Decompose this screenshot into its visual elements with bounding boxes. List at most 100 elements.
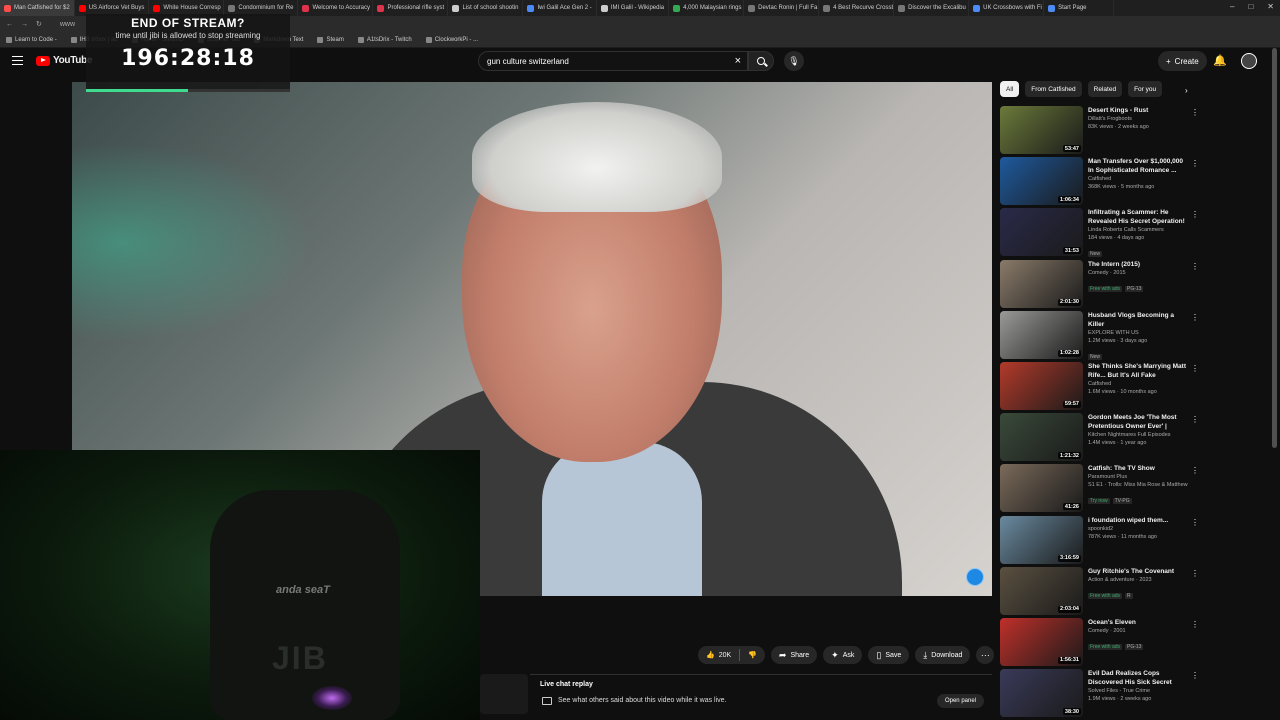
browser-tab[interactable]: IMI Galil - Wikipedia bbox=[597, 0, 670, 16]
browser-tab[interactable]: Iwi Galil Ace Gen 2 - bbox=[523, 0, 597, 16]
channel-name[interactable]: Comedy · 2001 bbox=[1088, 627, 1188, 635]
more-vertical-icon[interactable]: ⋮ bbox=[1191, 159, 1199, 168]
browser-tab[interactable]: Start Page bbox=[1044, 0, 1115, 16]
video-thumbnail[interactable]: 3:16:59 bbox=[1000, 515, 1083, 564]
recommendation-item[interactable]: 1:56:31 Ocean's Eleven Comedy · 2001 Free w… bbox=[1000, 617, 1205, 669]
open-panel-button[interactable]: Open panel bbox=[936, 694, 984, 708]
reload-icon[interactable]: ↻ bbox=[36, 20, 42, 28]
minimize-icon[interactable]: – bbox=[1230, 2, 1234, 11]
browser-tab[interactable]: 4 Best Recurve Crossb bbox=[819, 0, 895, 16]
hamburger-menu-icon[interactable] bbox=[12, 56, 23, 65]
channel-name[interactable]: Catfished bbox=[1088, 380, 1188, 388]
recommendation-item[interactable]: 1:02:28 Husband Vlogs Becoming a Killer EX… bbox=[1000, 310, 1205, 362]
video-title[interactable]: i foundation wiped them... bbox=[1088, 516, 1188, 525]
video-thumbnail[interactable]: 59:57 bbox=[1000, 361, 1083, 410]
search-button[interactable] bbox=[748, 51, 774, 71]
youtube-logo[interactable]: YouTube bbox=[36, 55, 93, 66]
recommendation-item[interactable]: 59:57 She Thinks She's Marrying Matt Rife… bbox=[1000, 361, 1205, 413]
browser-tab[interactable]: 4,000 Malaysian rings bbox=[669, 0, 745, 16]
dislike-button[interactable]: 👎 bbox=[740, 646, 765, 664]
recommendation-item[interactable]: 2:03:04 Guy Ritchie's The Covenant Action … bbox=[1000, 566, 1205, 618]
channel-name[interactable]: EXPLORE WITH US bbox=[1088, 329, 1188, 337]
more-vertical-icon[interactable]: ⋮ bbox=[1191, 313, 1199, 322]
share-button[interactable]: ➦ Share bbox=[770, 646, 818, 664]
browser-tab[interactable]: Welcome to Accuracy bbox=[298, 0, 374, 16]
like-button[interactable]: 👍 20K bbox=[698, 646, 739, 664]
video-title[interactable]: Desert Kings - Rust bbox=[1088, 106, 1188, 115]
save-button[interactable]: ▯ Save bbox=[868, 646, 910, 664]
channel-name[interactable]: Dillatt's Frogboots bbox=[1088, 115, 1188, 123]
more-actions-button[interactable]: ⋯ bbox=[976, 646, 995, 664]
filter-chip[interactable]: Related bbox=[1087, 81, 1123, 97]
video-title[interactable]: Husband Vlogs Becoming a Killer bbox=[1088, 311, 1188, 329]
filter-chip[interactable]: For you bbox=[1128, 81, 1163, 97]
more-vertical-icon[interactable]: ⋮ bbox=[1191, 569, 1199, 578]
recommendation-item[interactable]: 53:47 Desert Kings - Rust Dillatt's Frogbo… bbox=[1000, 106, 1205, 157]
video-title[interactable]: Man Transfers Over $1,000,000 In Sophist… bbox=[1088, 157, 1188, 175]
recommendation-item[interactable]: 38:30 Evil Dad Realizes Cops Discovered H… bbox=[1000, 669, 1205, 720]
close-window-icon[interactable]: ✕ bbox=[1267, 2, 1274, 11]
more-vertical-icon[interactable]: ⋮ bbox=[1191, 262, 1199, 271]
channel-name[interactable]: Linda Roberts Calls Scammers bbox=[1088, 226, 1188, 234]
bookmark-item[interactable]: A1tsDrix - Twitch bbox=[357, 36, 412, 43]
channel-name[interactable]: Paramount Plus bbox=[1088, 473, 1188, 481]
video-title[interactable]: The Intern (2015) bbox=[1088, 260, 1188, 269]
notifications-bell-icon[interactable]: 🔔 bbox=[1213, 54, 1227, 67]
video-thumbnail[interactable]: 31:53 bbox=[1000, 208, 1083, 257]
filter-chip[interactable]: All bbox=[1000, 81, 1020, 97]
video-thumbnail[interactable]: 1:21:32 bbox=[1000, 413, 1083, 462]
back-arrow-icon[interactable]: ← bbox=[6, 21, 13, 28]
search-input[interactable]: gun culture switzerland × bbox=[478, 51, 748, 71]
channel-name[interactable]: Kitchen Nightmares Full Episodes bbox=[1088, 431, 1188, 439]
browser-tab[interactable]: Discover the Excalibu bbox=[894, 0, 970, 16]
address-bar[interactable]: www bbox=[60, 21, 75, 28]
channel-name[interactable]: Comedy · 2015 bbox=[1088, 269, 1188, 277]
more-vertical-icon[interactable]: ⋮ bbox=[1191, 620, 1199, 629]
video-thumbnail[interactable]: 38:30 bbox=[1000, 669, 1083, 718]
download-button[interactable]: ⤓ Download bbox=[915, 646, 971, 664]
bookmark-item[interactable]: Steam bbox=[317, 36, 344, 43]
browser-tab[interactable]: Devtac Ronin | Full Fa bbox=[744, 0, 820, 16]
bookmark-item[interactable]: Learn to Code - bbox=[6, 36, 57, 43]
recommendation-item[interactable]: 31:53 Infiltrating a Scammer: He Revealed… bbox=[1000, 208, 1205, 259]
forward-arrow-icon[interactable]: → bbox=[21, 21, 28, 28]
video-thumbnail[interactable]: 1:02:28 bbox=[1000, 310, 1083, 359]
ambient-mode-icon[interactable] bbox=[966, 568, 984, 586]
video-thumbnail[interactable]: 53:47 bbox=[1000, 106, 1083, 154]
video-title[interactable]: Gordon Meets Joe 'The Most Pretentious O… bbox=[1088, 413, 1188, 431]
channel-name[interactable]: Action & adventure · 2023 bbox=[1088, 576, 1188, 584]
channel-name[interactable]: Catfished bbox=[1088, 175, 1188, 183]
video-thumbnail[interactable]: 1:06:34 bbox=[1000, 157, 1083, 206]
voice-search-button[interactable]: 🎙 bbox=[784, 51, 804, 71]
scrollbar-thumb[interactable] bbox=[1272, 48, 1277, 448]
video-thumbnail[interactable]: 2:01:30 bbox=[1000, 259, 1083, 308]
channel-name[interactable]: spoonkid2 bbox=[1088, 525, 1188, 533]
more-vertical-icon[interactable]: ⋮ bbox=[1191, 364, 1199, 373]
more-vertical-icon[interactable]: ⋮ bbox=[1191, 108, 1199, 117]
video-title[interactable]: Infiltrating a Scammer: He Revealed His … bbox=[1088, 208, 1188, 226]
channel-name[interactable]: Solved Files - True Crime bbox=[1088, 687, 1188, 695]
browser-tab[interactable]: Man Catfished for $2 bbox=[0, 0, 75, 16]
recommendation-item[interactable]: 2:01:30 The Intern (2015) Comedy · 2015 Fre… bbox=[1000, 259, 1205, 311]
video-title[interactable]: Ocean's Eleven bbox=[1088, 618, 1188, 627]
recommendation-item[interactable]: 3:16:59 i foundation wiped them... spoonki… bbox=[1000, 515, 1205, 567]
video-title[interactable]: Guy Ritchie's The Covenant bbox=[1088, 567, 1188, 576]
page-scrollbar[interactable] bbox=[1272, 48, 1278, 448]
more-vertical-icon[interactable]: ⋮ bbox=[1191, 671, 1199, 680]
ask-button[interactable]: ✦ Ask bbox=[823, 646, 863, 664]
chevron-right-icon[interactable]: › bbox=[1185, 86, 1188, 95]
more-vertical-icon[interactable]: ⋮ bbox=[1191, 466, 1199, 475]
bookmark-item[interactable]: ClockworkPi - ... bbox=[425, 36, 478, 43]
more-vertical-icon[interactable]: ⋮ bbox=[1191, 210, 1199, 219]
recommendation-item[interactable]: 1:06:34 Man Transfers Over $1,000,000 In … bbox=[1000, 157, 1205, 208]
more-vertical-icon[interactable]: ⋮ bbox=[1191, 415, 1199, 424]
video-thumbnail[interactable]: 2:03:04 bbox=[1000, 566, 1083, 615]
video-title[interactable]: Catfish: The TV Show bbox=[1088, 464, 1188, 473]
recommendation-item[interactable]: 41:26 Catfish: The TV Show Paramount Plus S… bbox=[1000, 464, 1205, 515]
browser-tab[interactable]: Professional rifle syst bbox=[373, 0, 449, 16]
browser-tab[interactable]: List of school shootin bbox=[448, 0, 524, 16]
maximize-icon[interactable]: □ bbox=[1248, 2, 1253, 11]
video-title[interactable]: She Thinks She's Marrying Matt Rife... B… bbox=[1088, 362, 1188, 380]
video-thumbnail[interactable]: 1:56:31 bbox=[1000, 617, 1083, 666]
video-title[interactable]: Evil Dad Realizes Cops Discovered His Si… bbox=[1088, 669, 1188, 687]
